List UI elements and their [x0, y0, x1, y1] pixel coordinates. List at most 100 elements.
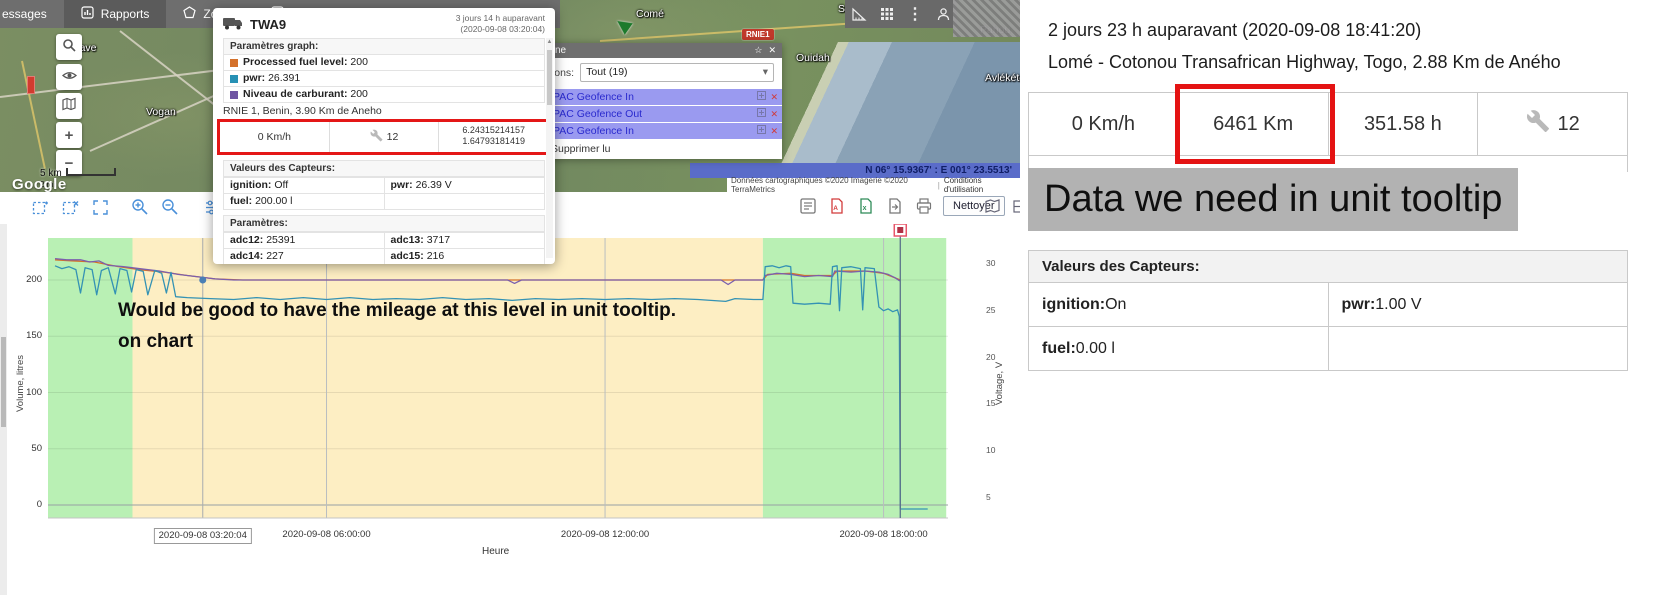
notification-label: PAC Geofence In — [553, 89, 634, 105]
parameter-cell: adc12: 25391 — [224, 233, 385, 249]
param-label: Processed fuel level: — [243, 56, 347, 68]
close-icon[interactable]: ✕ — [768, 45, 776, 56]
unit-coordinates: 6.24315214157 1.64793181419 — [439, 122, 548, 152]
unit-direction-arrow[interactable] — [613, 15, 632, 34]
mockup-sensor-row: fuel: 0.00 l — [1028, 327, 1628, 371]
select-x-icon[interactable] — [60, 197, 80, 217]
mockup-speed: 0 Km/h — [1029, 93, 1179, 155]
graph-param-row: Niveau de carburant: 200 — [223, 87, 545, 103]
scrollbar-thumb[interactable] — [547, 50, 552, 105]
param-value: 26.391 — [265, 72, 300, 84]
pin-icon[interactable]: ☆ — [754, 45, 762, 56]
series-swatch-orange — [230, 59, 238, 67]
scroll-up-icon[interactable]: ▲ — [546, 38, 553, 46]
map-label-come: Comé — [636, 8, 664, 20]
unit-tooltip-mockup-panel: 2 jours 23 h auparavant (2020-09-08 18:4… — [1020, 0, 1656, 595]
tab-messages-label: essages — [2, 7, 47, 21]
more-options-icon[interactable]: ⋮ — [905, 4, 925, 24]
zoom-in-icon[interactable] — [130, 197, 150, 217]
mockup-wrench-cell: 12 — [1478, 93, 1627, 155]
map-book-icon[interactable] — [982, 196, 1002, 216]
y-axis-tick-right: 15 — [986, 398, 1010, 408]
select-area-icon[interactable] — [30, 197, 50, 217]
terms-link[interactable]: Conditions d'utilisation — [944, 176, 1016, 192]
cursor-point-marker — [199, 277, 206, 284]
map-label-ouidah: Ouidah — [796, 52, 830, 64]
cursor-time-callout: 2020-09-08 03:20:04 — [154, 528, 252, 544]
y-axis-tick-right: 30 — [986, 258, 1010, 268]
wrench-icon — [1526, 109, 1550, 139]
map-attribution: Données cartographiques ©2020 Imagerie ©… — [727, 178, 1020, 192]
delete-read-link[interactable]: Supprimer lu — [545, 140, 782, 155]
map-label-vogan: Vogan — [146, 106, 176, 118]
param-value: 200 — [347, 88, 367, 100]
map-zoom-in-button[interactable]: + — [56, 122, 82, 148]
coord-lat: 6.24315214157 — [462, 125, 525, 135]
filter-value: Tout (19) — [586, 64, 627, 81]
zones-icon — [183, 6, 196, 22]
tab-rapports[interactable]: Rapports — [64, 0, 167, 28]
sensor-cell — [385, 194, 546, 210]
map-road-rnie — [600, 20, 879, 42]
redacted-block — [953, 0, 1020, 37]
notification-item[interactable]: PAC Geofence In ✕ — [545, 123, 782, 139]
mark-read-icon[interactable] — [757, 89, 766, 105]
delete-icon[interactable]: ✕ — [770, 123, 778, 139]
chart-band — [763, 238, 946, 518]
series-swatch-purple — [230, 91, 238, 99]
scrollbar-thumb[interactable] — [1, 337, 6, 427]
road-badge-rnie1: RNIE1 — [742, 29, 774, 40]
user-icon[interactable] — [933, 4, 953, 24]
x-axis-tick: 2020-09-08 06:00:00 — [282, 529, 370, 540]
popup-header: TWA9 3 jours 14 h auparavant (2020-09-08… — [213, 8, 555, 38]
chart-band — [48, 238, 132, 518]
annotation-line2: on chart — [118, 326, 778, 357]
cursor-marker-dot — [897, 227, 903, 233]
map-scale-bar — [66, 168, 116, 176]
google-logo: Google — [12, 176, 67, 192]
attribution-text: Données cartographiques ©2020 Imagerie ©… — [731, 176, 934, 192]
popup-scrollbar[interactable]: ▲ — [546, 38, 553, 258]
y-axis-tick-right: 25 — [986, 305, 1010, 315]
map-search-button[interactable] — [56, 34, 82, 60]
attribution-divider: | — [938, 181, 940, 190]
map-visibility-button[interactable] — [56, 64, 82, 90]
mark-read-icon[interactable] — [757, 106, 766, 122]
notifications-filter-select[interactable]: Tout (19) ▾ — [580, 63, 774, 82]
expand-icon[interactable] — [90, 197, 110, 217]
left-scrollbar[interactable] — [0, 222, 7, 595]
notifications-title: ne — [555, 45, 566, 56]
split-layout-icon[interactable] — [1010, 196, 1020, 216]
parameters-header: Paramètres: — [223, 215, 545, 232]
svg-text:x: x — [863, 205, 867, 212]
sensors-header: Valeurs des Capteurs: — [223, 160, 545, 177]
mark-read-icon[interactable] — [757, 123, 766, 139]
ruler-icon[interactable] — [849, 4, 869, 24]
zoom-out-icon[interactable] — [160, 197, 180, 217]
y-axis-tick-left: 150 — [14, 330, 42, 341]
notification-item[interactable]: PAC Geofence In ✕ — [545, 89, 782, 105]
report-icon[interactable] — [798, 196, 818, 216]
tab-messages[interactable]: essages — [0, 0, 64, 28]
mockup-sensor-row: ignition: On pwr: 1.00 V — [1028, 283, 1628, 327]
print-icon[interactable] — [914, 196, 934, 216]
notification-label: PAC Geofence Out — [553, 106, 642, 122]
sensors-grid: ignition: Off pwr: 26.39 V fuel: 200.00 … — [223, 177, 545, 210]
export-file-icon[interactable] — [885, 196, 905, 216]
delete-icon[interactable]: ✕ — [770, 106, 778, 122]
delete-icon[interactable]: ✕ — [770, 89, 778, 105]
parameter-cell: adc14: 227 — [224, 249, 385, 264]
unit-speed: 0 Km/h — [220, 122, 330, 152]
map-layers-button[interactable] — [56, 93, 82, 119]
y-axis-title-right: Voltage, V — [994, 362, 1005, 405]
svg-text:A: A — [833, 205, 838, 212]
export-pdf-icon[interactable]: A — [827, 196, 847, 216]
mockup-sensors-table: Valeurs des Capteurs: ignition: On pwr: … — [1028, 250, 1628, 371]
notifications-filter-row: tions: Tout (19) ▾ — [545, 58, 782, 89]
cursor-marker-box[interactable] — [894, 224, 906, 236]
search-icon — [62, 38, 76, 56]
export-excel-icon[interactable]: x — [856, 196, 876, 216]
unit-address: RNIE 1, Benin, 3.90 Km de Aneho — [213, 103, 555, 119]
grid-apps-icon[interactable] — [877, 4, 897, 24]
notification-item[interactable]: PAC Geofence Out ✕ — [545, 106, 782, 122]
